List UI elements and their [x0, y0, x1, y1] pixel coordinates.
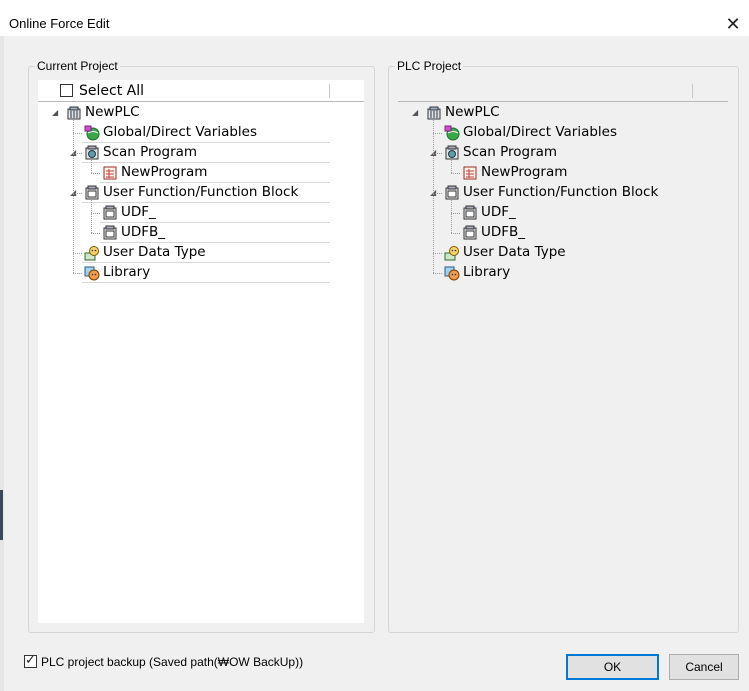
tree-item-label: User Function/Function Block: [463, 184, 659, 200]
select-all-checkbox[interactable]: [60, 84, 73, 97]
edge-marker: [0, 490, 3, 540]
plc-project-column-header: [398, 80, 728, 102]
tree-connector: [91, 233, 100, 234]
tree-item[interactable]: UDFB_: [100, 223, 330, 243]
current-project-label: Current Project: [35, 59, 120, 73]
plc-icon: [66, 105, 82, 121]
backup-checkbox[interactable]: [24, 653, 37, 668]
tree-item[interactable]: UDFB_: [398, 223, 698, 243]
tree-item[interactable]: ◢ NewPLC: [398, 103, 698, 123]
data-type-icon: [444, 245, 460, 261]
window-edge: [0, 36, 4, 691]
tree-item[interactable]: User Data Type: [398, 243, 698, 263]
tree-connector: [433, 153, 442, 154]
title-bar: Online Force Edit ✕: [0, 0, 749, 36]
tree-connector: [91, 213, 100, 214]
tree-item[interactable]: NewProgram: [398, 163, 698, 183]
current-project-tree-panel[interactable]: Select All ◢ NewPLC Global/Direct Variable…: [38, 80, 364, 623]
globe-variables-icon: [444, 125, 460, 141]
tree-item-label: Global/Direct Variables: [103, 124, 258, 140]
tree-item[interactable]: ◢ Scan Program: [70, 143, 330, 163]
tree-item[interactable]: Global/Direct Variables: [82, 123, 330, 143]
backup-label[interactable]: PLC project backup (Saved path(₩OW BackU…: [41, 655, 303, 669]
tree-item[interactable]: ◢ NewPLC: [38, 103, 330, 123]
tree-connector: [433, 253, 442, 254]
globe-variables-icon: [84, 125, 100, 141]
data-type-icon: [84, 245, 100, 261]
udfb-icon: [462, 225, 478, 241]
column-separator: [692, 84, 693, 98]
close-icon[interactable]: ✕: [721, 12, 745, 36]
tree-item[interactable]: ◢ User Function/Function Block: [398, 183, 698, 203]
tree-connector: [73, 133, 82, 134]
udf-icon: [462, 205, 478, 221]
plc-project-tree-panel[interactable]: ◢ NewPLC Global/Direct Variables ◢ Scan Prog…: [398, 80, 728, 623]
tree-item-label: NewProgram: [481, 164, 568, 180]
tree-item-label: UDFB_: [481, 224, 526, 240]
tree-item-label: Global/Direct Variables: [463, 124, 618, 140]
program-icon: [102, 165, 118, 181]
tree-connector: [73, 193, 82, 194]
tree-item[interactable]: ◢ User Function/Function Block: [70, 183, 330, 203]
tree-item[interactable]: User Data Type: [82, 243, 330, 263]
column-separator: [329, 84, 330, 98]
program-icon: [462, 165, 478, 181]
tree-item[interactable]: UDF_: [100, 203, 330, 223]
library-icon: [444, 265, 460, 281]
tree-connector: [433, 193, 442, 194]
tree-item-label: Scan Program: [103, 144, 198, 160]
library-icon: [84, 265, 100, 281]
udfb-icon: [102, 225, 118, 241]
tree-item-label: NewPLC: [85, 104, 140, 120]
tree-item[interactable]: Library: [82, 263, 330, 283]
tree-item-label: NewProgram: [121, 164, 208, 180]
tree-item-label: NewPLC: [445, 104, 500, 120]
tree-connector: [451, 233, 460, 234]
tree-connector: [433, 273, 442, 274]
current-project-column-header: Select All: [38, 80, 364, 102]
tree-connector: [451, 199, 452, 233]
function-block-icon: [84, 185, 100, 201]
tree-connector: [91, 173, 100, 174]
tree-connector: [73, 253, 82, 254]
plc-icon: [426, 105, 442, 121]
scan-program-icon: [84, 145, 100, 161]
tree-item-label: UDF_: [121, 204, 156, 220]
tree-item-label: User Function/Function Block: [103, 184, 299, 200]
tree-connector: [451, 173, 460, 174]
tree-item[interactable]: Global/Direct Variables: [398, 123, 698, 143]
tree-item[interactable]: NewProgram: [100, 163, 330, 183]
scan-program-icon: [444, 145, 460, 161]
tree-connector: [433, 119, 434, 273]
function-block-icon: [444, 185, 460, 201]
select-all-label[interactable]: Select All: [79, 83, 144, 99]
tree-item-label: UDFB_: [121, 224, 166, 240]
tree-connector: [73, 273, 82, 274]
tree-item[interactable]: ◢ Scan Program: [398, 143, 698, 163]
tree-item-label: User Data Type: [463, 244, 566, 260]
tree-item-label: Scan Program: [463, 144, 558, 160]
tree-connector: [91, 199, 92, 233]
tree-item[interactable]: UDF_: [398, 203, 698, 223]
tree-item-label: Library: [103, 264, 151, 280]
tree-connector: [91, 159, 92, 173]
tree-connector: [73, 153, 82, 154]
expand-toggle-icon[interactable]: ◢: [412, 108, 418, 117]
tree-connector: [433, 133, 442, 134]
expand-toggle-icon[interactable]: ◢: [52, 108, 58, 117]
plc-project-label: PLC Project: [395, 59, 464, 73]
ok-button[interactable]: OK: [566, 654, 659, 680]
window-title: Online Force Edit: [9, 16, 110, 31]
tree-connector: [451, 213, 460, 214]
tree-item-label: UDF_: [481, 204, 516, 220]
udf-icon: [102, 205, 118, 221]
cancel-button[interactable]: Cancel: [669, 654, 739, 680]
tree-item-label: User Data Type: [103, 244, 206, 260]
tree-item[interactable]: Library: [398, 263, 698, 283]
tree-connector: [451, 159, 452, 173]
tree-connector: [73, 119, 74, 273]
tree-item-label: Library: [463, 264, 511, 280]
